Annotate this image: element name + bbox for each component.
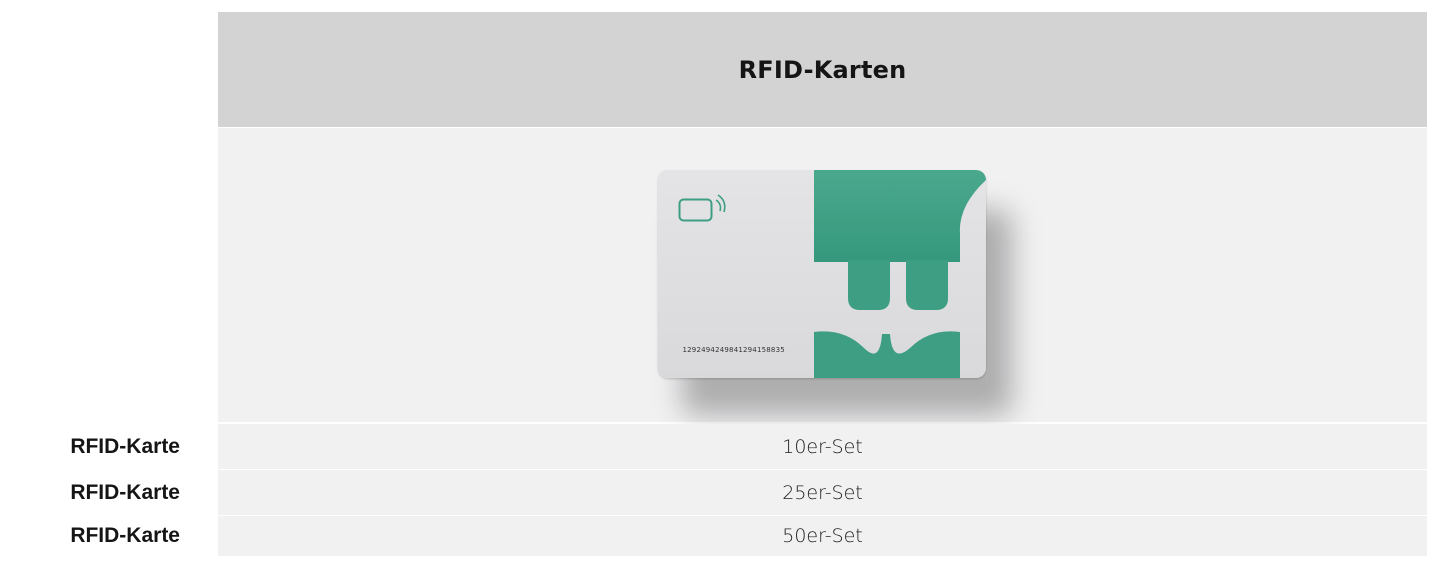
table-row: RFID-Karte 25er-Set	[0, 470, 1434, 516]
rfid-card-image: 1292494249841294158835	[657, 170, 1012, 415]
rfid-card: 1292494249841294158835	[657, 170, 986, 378]
table-row: RFID-Karte 50er-Set	[0, 516, 1434, 557]
table-header-title: RFID-Karten	[738, 55, 907, 84]
comparison-table: RFID-Karten 1292494249841294158835 RFID-…	[0, 0, 1434, 563]
table-body: RFID-Karte 10er-Set RFID-Karte 25er-Set …	[0, 424, 1434, 557]
row-label: RFID-Karte	[0, 470, 217, 515]
row-value: 50er-Set	[218, 516, 1427, 556]
contactless-chip-icon	[678, 194, 726, 222]
row-label: RFID-Karte	[0, 424, 217, 469]
card-number: 1292494249841294158835	[682, 346, 785, 354]
row-label: RFID-Karte	[0, 516, 217, 556]
row-value: 10er-Set	[218, 424, 1427, 469]
row-value: 25er-Set	[218, 470, 1427, 515]
table-row: RFID-Karte 10er-Set	[0, 424, 1434, 470]
table-header-cell: RFID-Karten	[218, 12, 1427, 127]
product-image-cell: 1292494249841294158835	[218, 128, 1427, 422]
